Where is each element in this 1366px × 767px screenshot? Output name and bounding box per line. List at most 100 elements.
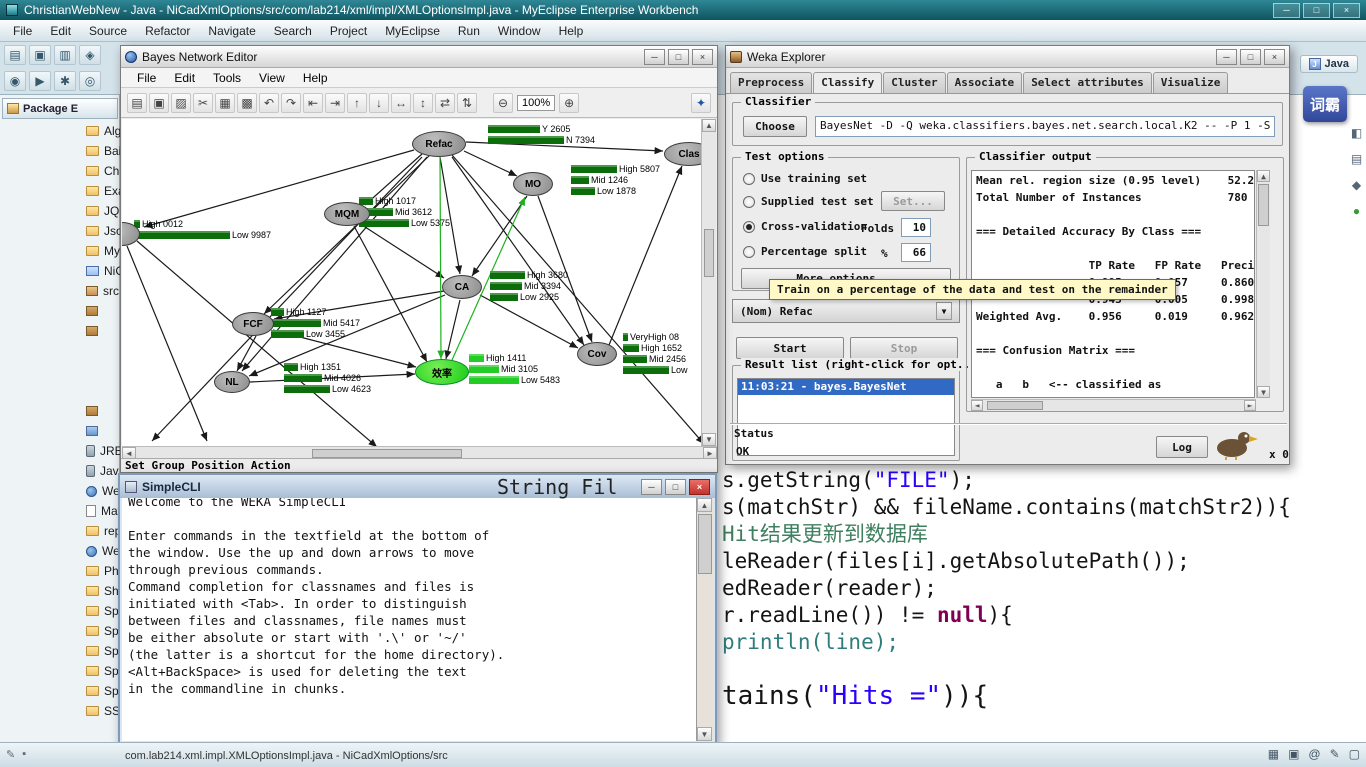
- bayes-zoom-out-icon[interactable]: ⊖: [493, 93, 513, 113]
- choose-button[interactable]: Choose: [743, 116, 807, 137]
- tab-preprocess[interactable]: Preprocess: [730, 72, 812, 93]
- class-attribute-combo[interactable]: (Nom) Refac ▼: [732, 299, 960, 323]
- maximize-button[interactable]: □: [1240, 49, 1261, 65]
- bayes-layout-icon[interactable]: ✦: [691, 93, 711, 113]
- bayes-menu-help[interactable]: Help: [295, 70, 336, 86]
- scroll-down-icon[interactable]: ▼: [1257, 386, 1270, 398]
- scroll-thumb[interactable]: [704, 229, 714, 277]
- scroll-thumb[interactable]: [1258, 184, 1269, 226]
- ime-ciba-badge[interactable]: 词霸: [1303, 86, 1347, 122]
- menu-source[interactable]: Source: [80, 22, 136, 40]
- radio-icon[interactable]: [743, 173, 755, 185]
- graph-node-cov[interactable]: Cov: [577, 342, 617, 366]
- maximize-button[interactable]: □: [1303, 3, 1330, 18]
- close-button[interactable]: ×: [692, 49, 713, 65]
- bayes-vertical-scrollbar[interactable]: ▲ ▼: [701, 119, 716, 446]
- minimize-button[interactable]: ─: [1216, 49, 1237, 65]
- menu-file[interactable]: File: [4, 22, 41, 40]
- menu-run[interactable]: Run: [449, 22, 489, 40]
- bayes-align-bottom-icon[interactable]: ↓: [369, 93, 389, 113]
- bayes-menu-view[interactable]: View: [251, 70, 293, 86]
- bayes-align-right-icon[interactable]: ⇥: [325, 93, 345, 113]
- result-list[interactable]: 11:03:21 - bayes.BayesNet: [737, 378, 955, 456]
- close-button[interactable]: ×: [689, 479, 710, 495]
- scroll-up-icon[interactable]: ▲: [697, 498, 712, 512]
- graph-node-mo[interactable]: MO: [513, 172, 553, 196]
- print-icon[interactable]: ▥: [54, 45, 76, 65]
- set-test-set-button[interactable]: Set...: [881, 191, 945, 211]
- scroll-left-icon[interactable]: ◄: [971, 400, 983, 411]
- bayes-open-icon[interactable]: ▨: [171, 93, 191, 113]
- radio-icon[interactable]: [743, 196, 755, 208]
- percent-field[interactable]: 66: [901, 243, 931, 262]
- chevron-down-icon[interactable]: ▼: [936, 302, 952, 320]
- package-explorer-tab[interactable]: Package E: [2, 98, 118, 119]
- bayes-save-icon[interactable]: ▣: [149, 93, 169, 113]
- palette-icon[interactable]: ◆: [1352, 178, 1361, 192]
- simplecli-output-area[interactable]: Welcome to the WEKA SimpleCLIEnter comma…: [122, 498, 696, 741]
- debug-icon[interactable]: ◉: [4, 71, 26, 91]
- graph-node-fcf[interactable]: FCF: [232, 312, 274, 336]
- graph-node-eff[interactable]: 效率: [415, 359, 469, 385]
- run-icon[interactable]: ▶: [29, 71, 51, 91]
- bayes-space-h-icon[interactable]: ⇄: [435, 93, 455, 113]
- panel-icon[interactable]: ◧: [1351, 126, 1362, 140]
- bayes-new-icon[interactable]: ▤: [127, 93, 147, 113]
- tab-select-attributes[interactable]: Select attributes: [1023, 72, 1152, 93]
- classifier-command-field[interactable]: BayesNet -D -Q weka.classifiers.bayes.ne…: [815, 116, 1275, 137]
- graph-node-nl[interactable]: NL: [214, 371, 250, 393]
- bayes-undo-icon[interactable]: ↶: [259, 93, 279, 113]
- scroll-down-icon[interactable]: ▼: [697, 727, 712, 741]
- scroll-up-icon[interactable]: ▲: [702, 119, 716, 132]
- weka-titlebar[interactable]: Weka Explorer ─□×: [726, 46, 1289, 68]
- close-button[interactable]: ×: [1264, 49, 1285, 65]
- leaf-icon[interactable]: ●: [1353, 204, 1360, 218]
- scroll-down-icon[interactable]: ▼: [702, 433, 716, 446]
- log-button[interactable]: Log: [1156, 436, 1208, 458]
- menu-navigate[interactable]: Navigate: [199, 22, 264, 40]
- tab-cluster[interactable]: Cluster: [883, 72, 945, 93]
- close-button[interactable]: ×: [1333, 3, 1360, 18]
- minimize-button[interactable]: ─: [1273, 3, 1300, 18]
- bayes-align-left-icon[interactable]: ⇤: [303, 93, 323, 113]
- bayes-redo-icon[interactable]: ↷: [281, 93, 301, 113]
- maximize-button[interactable]: □: [668, 49, 689, 65]
- bayes-graph-canvas[interactable]: Y 2605N 7394High 5807Mid 1246Low 1878Hig…: [122, 119, 702, 446]
- output-horizontal-scrollbar[interactable]: ◄ ►: [971, 399, 1256, 411]
- simplecli-titlebar[interactable]: SimpleCLI ─□×: [120, 475, 715, 498]
- bayes-zoom-in-icon[interactable]: ⊕: [559, 93, 579, 113]
- menu-refactor[interactable]: Refactor: [136, 22, 199, 40]
- supplied-test-set-radio[interactable]: Supplied test set: [743, 195, 874, 208]
- output-vertical-scrollbar[interactable]: ▲ ▼: [1256, 170, 1270, 398]
- stop-button[interactable]: Stop: [850, 337, 958, 359]
- main-titlebar[interactable]: ChristianWebNew - Java - NiCadXmlOptions…: [0, 0, 1366, 20]
- scroll-right-icon[interactable]: ►: [1244, 400, 1256, 411]
- open-type-icon[interactable]: ◈: [79, 45, 101, 65]
- start-button[interactable]: Start: [736, 337, 844, 359]
- outline-icon[interactable]: ▤: [1351, 152, 1362, 166]
- scroll-thumb[interactable]: [987, 401, 1043, 410]
- external-icon[interactable]: ✱: [54, 71, 76, 91]
- minimize-button[interactable]: ─: [641, 479, 662, 495]
- at-icon[interactable]: @: [1308, 747, 1320, 761]
- tab-associate[interactable]: Associate: [947, 72, 1023, 93]
- menu-search[interactable]: Search: [265, 22, 321, 40]
- bayes-titlebar[interactable]: Bayes Network Editor ─□×: [121, 46, 717, 68]
- percentage-split-radio[interactable]: Percentage split: [743, 245, 867, 258]
- bayes-space-v-icon[interactable]: ⇅: [457, 93, 477, 113]
- menu-help[interactable]: Help: [550, 22, 593, 40]
- tab-visualize[interactable]: Visualize: [1153, 72, 1229, 93]
- bayes-menu-file[interactable]: File: [129, 70, 164, 86]
- menu-myeclipse[interactable]: MyEclipse: [376, 22, 449, 40]
- simplecli-scrollbar[interactable]: ▲ ▼: [696, 498, 713, 741]
- bayes-menu-tools[interactable]: Tools: [205, 70, 249, 86]
- radio-selected-icon[interactable]: [743, 221, 755, 233]
- edit-icon[interactable]: ✎: [1330, 747, 1340, 761]
- maximize-button[interactable]: □: [665, 479, 686, 495]
- minimize-button[interactable]: ─: [644, 49, 665, 65]
- bayes-cut-icon[interactable]: ✂: [193, 93, 213, 113]
- menu-edit[interactable]: Edit: [41, 22, 80, 40]
- menu-project[interactable]: Project: [321, 22, 376, 40]
- graph-node-refac[interactable]: Refac: [412, 131, 466, 157]
- graph-node-ca[interactable]: CA: [442, 275, 482, 299]
